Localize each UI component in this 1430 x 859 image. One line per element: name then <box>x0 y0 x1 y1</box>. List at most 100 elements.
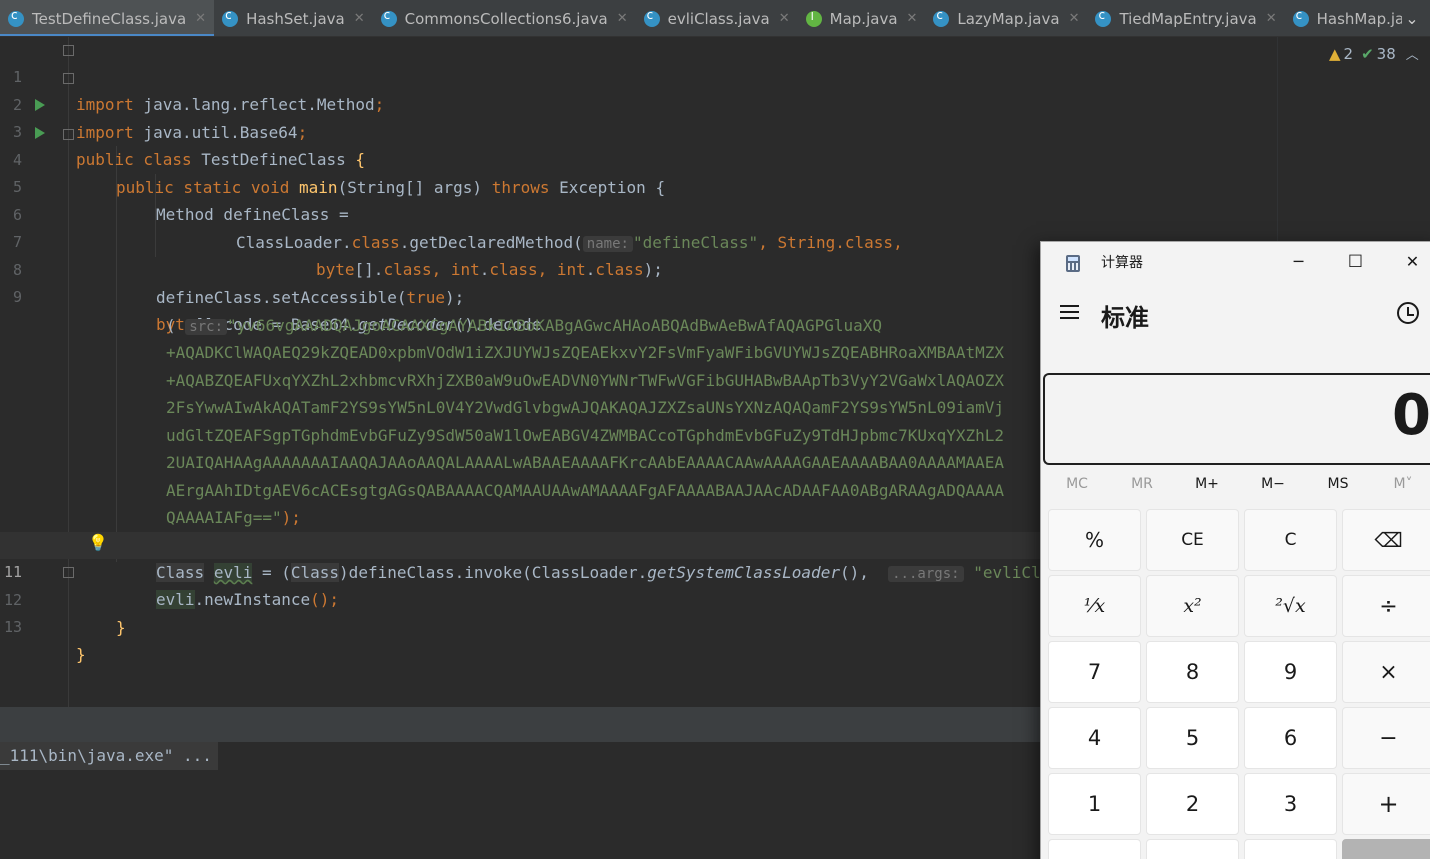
digit-7-button[interactable]: 7 <box>1048 641 1141 703</box>
close-icon[interactable]: ✕ <box>779 11 790 26</box>
menu-icon[interactable] <box>1060 302 1082 320</box>
inspection-widget[interactable]: ▲ 2 ✔ 38 ︿ <box>1329 44 1419 64</box>
digit-0-button[interactable] <box>1146 839 1239 859</box>
lightbulb-icon[interactable]: 💡 <box>88 533 108 552</box>
digit-1-button[interactable]: 1 <box>1048 773 1141 835</box>
close-icon[interactable]: ✕ <box>1069 11 1080 26</box>
code-line: 6 ClassLoader.class.getDeclaredMethod(na… <box>0 175 1277 252</box>
tab-tiedmapentry[interactable]: TiedMapEntry.java ✕ <box>1087 0 1284 36</box>
class-icon <box>222 8 239 27</box>
tab-testdefineclass[interactable]: TestDefineClass.java ✕ <box>0 0 215 36</box>
class-icon <box>1095 8 1112 27</box>
memory-subtract-button[interactable]: M− <box>1248 476 1298 492</box>
run-icon[interactable] <box>35 127 45 139</box>
calculator-window: 计算器 ─ ☐ ✕ 标准 0 MC MR M+ M− MS M˅ % CE C … <box>1040 241 1430 859</box>
tab-label: TestDefineClass.java <box>32 9 187 28</box>
minimize-button[interactable]: ─ <box>1270 242 1327 282</box>
memory-recall-button[interactable]: MR <box>1117 476 1167 492</box>
multiply-button[interactable]: × <box>1342 641 1430 703</box>
editor-tab-bar: TestDefineClass.java ✕ HashSet.java ✕ Co… <box>0 0 1430 37</box>
code-line: 4 public static void main(String[] args)… <box>0 120 1277 197</box>
digit-5-button[interactable]: 5 <box>1146 707 1239 769</box>
tab-label: TiedMapEntry.java <box>1119 9 1257 28</box>
subtract-button[interactable]: − <box>1342 707 1430 769</box>
tab-hashset[interactable]: HashSet.java ✕ <box>214 0 373 36</box>
class-icon <box>1292 8 1309 27</box>
add-button[interactable]: + <box>1342 773 1430 835</box>
reciprocal-label: ¹⁄x <box>1083 595 1106 617</box>
square-button[interactable]: x² <box>1146 575 1239 637</box>
equals-button[interactable] <box>1342 839 1430 859</box>
code-line: 1 import java.lang.reflect.Method; <box>0 37 1277 114</box>
close-icon[interactable]: ✕ <box>195 11 206 26</box>
tab-label: HashSet.java <box>246 9 345 28</box>
chevron-up-icon[interactable]: ︿ <box>1406 44 1419 63</box>
tab-map[interactable]: Map.java ✕ <box>798 0 926 36</box>
reciprocal-button[interactable]: ¹⁄x <box>1048 575 1141 637</box>
close-button[interactable]: ✕ <box>1384 242 1430 282</box>
digit-9-button[interactable]: 9 <box>1244 641 1337 703</box>
code-token: } <box>116 618 126 637</box>
history-icon[interactable] <box>1397 302 1419 324</box>
digit-4-button[interactable]: 4 <box>1048 707 1141 769</box>
code-line: 7 byte[].class, int.class, int.class); <box>0 202 1277 279</box>
interface-icon <box>805 10 822 27</box>
run-icon[interactable] <box>35 99 45 111</box>
decimal-button[interactable] <box>1244 839 1337 859</box>
memory-add-button[interactable]: M+ <box>1182 476 1232 492</box>
line-number: 13 <box>3 618 22 636</box>
code-line: 2 import java.util.Base64; <box>0 65 1277 142</box>
close-icon[interactable]: ✕ <box>907 11 918 26</box>
memory-list-button[interactable]: M˅ <box>1378 476 1428 492</box>
close-icon[interactable]: ✕ <box>617 11 628 26</box>
chevron-down-icon[interactable]: ⌄ <box>1402 9 1422 29</box>
class-icon <box>643 8 660 27</box>
tab-lazymap[interactable]: LazyMap.java ✕ <box>925 0 1087 36</box>
divide-button[interactable]: ÷ <box>1342 575 1430 637</box>
code-line: 5 Method defineClass = <box>0 147 1277 224</box>
maximize-button[interactable]: ☐ <box>1327 242 1384 282</box>
code-line: 3 public class TestDefineClass { <box>0 92 1277 169</box>
tab-label: evliClass.java <box>667 9 770 28</box>
check-icon: ✔ <box>1361 44 1374 63</box>
class-run-icon <box>380 8 397 27</box>
square-label: x² <box>1183 595 1202 617</box>
negate-button[interactable] <box>1048 839 1141 859</box>
code-token: } <box>76 645 86 664</box>
tab-label: CommonsCollections6.java <box>404 9 608 28</box>
window-title: 计算器 <box>1101 255 1143 271</box>
mode-header: 标准 <box>1041 290 1430 336</box>
mode-title: 标准 <box>1101 304 1149 332</box>
class-run-icon <box>8 8 24 27</box>
backspace-button[interactable]: ⌫ <box>1342 509 1430 571</box>
tab-commonscollections6[interactable]: CommonsCollections6.java ✕ <box>373 0 636 36</box>
digit-2-button[interactable]: 2 <box>1146 773 1239 835</box>
digit-6-button[interactable]: 6 <box>1244 707 1337 769</box>
sqrt-button[interactable]: ²√x <box>1244 575 1337 637</box>
screen: TestDefineClass.java ✕ HashSet.java ✕ Co… <box>0 0 1430 859</box>
clear-button[interactable]: C <box>1244 509 1337 571</box>
clear-entry-button[interactable]: CE <box>1146 509 1239 571</box>
result-display: 0 <box>1043 373 1430 465</box>
sqrt-label: ²√x <box>1275 595 1306 617</box>
warning-icon: ▲ <box>1329 44 1341 63</box>
memory-row: MC MR M+ M− MS M˅ <box>1041 472 1430 500</box>
fold-icon[interactable] <box>63 73 74 84</box>
memory-clear-button[interactable]: MC <box>1052 476 1102 492</box>
warning-count: 2 <box>1343 44 1354 63</box>
memory-store-button[interactable]: MS <box>1313 476 1363 492</box>
fold-icon[interactable] <box>63 45 74 56</box>
class-icon <box>933 8 950 27</box>
fold-icon[interactable] <box>63 129 74 140</box>
calculator-titlebar[interactable]: 计算器 ─ ☐ ✕ <box>1041 242 1430 282</box>
fold-icon[interactable] <box>63 567 74 578</box>
percent-button[interactable]: % <box>1048 509 1141 571</box>
digit-3-button[interactable]: 3 <box>1244 773 1337 835</box>
close-icon[interactable]: ✕ <box>354 11 365 26</box>
digit-8-button[interactable]: 8 <box>1146 641 1239 703</box>
calculator-app-icon <box>1066 255 1080 272</box>
tab-evliclass[interactable]: evliClass.java ✕ <box>636 0 798 36</box>
console-output: _111\bin\java.exe" ... <box>0 742 218 770</box>
tab-label: Map.java <box>829 9 898 28</box>
close-icon[interactable]: ✕ <box>1266 11 1277 26</box>
